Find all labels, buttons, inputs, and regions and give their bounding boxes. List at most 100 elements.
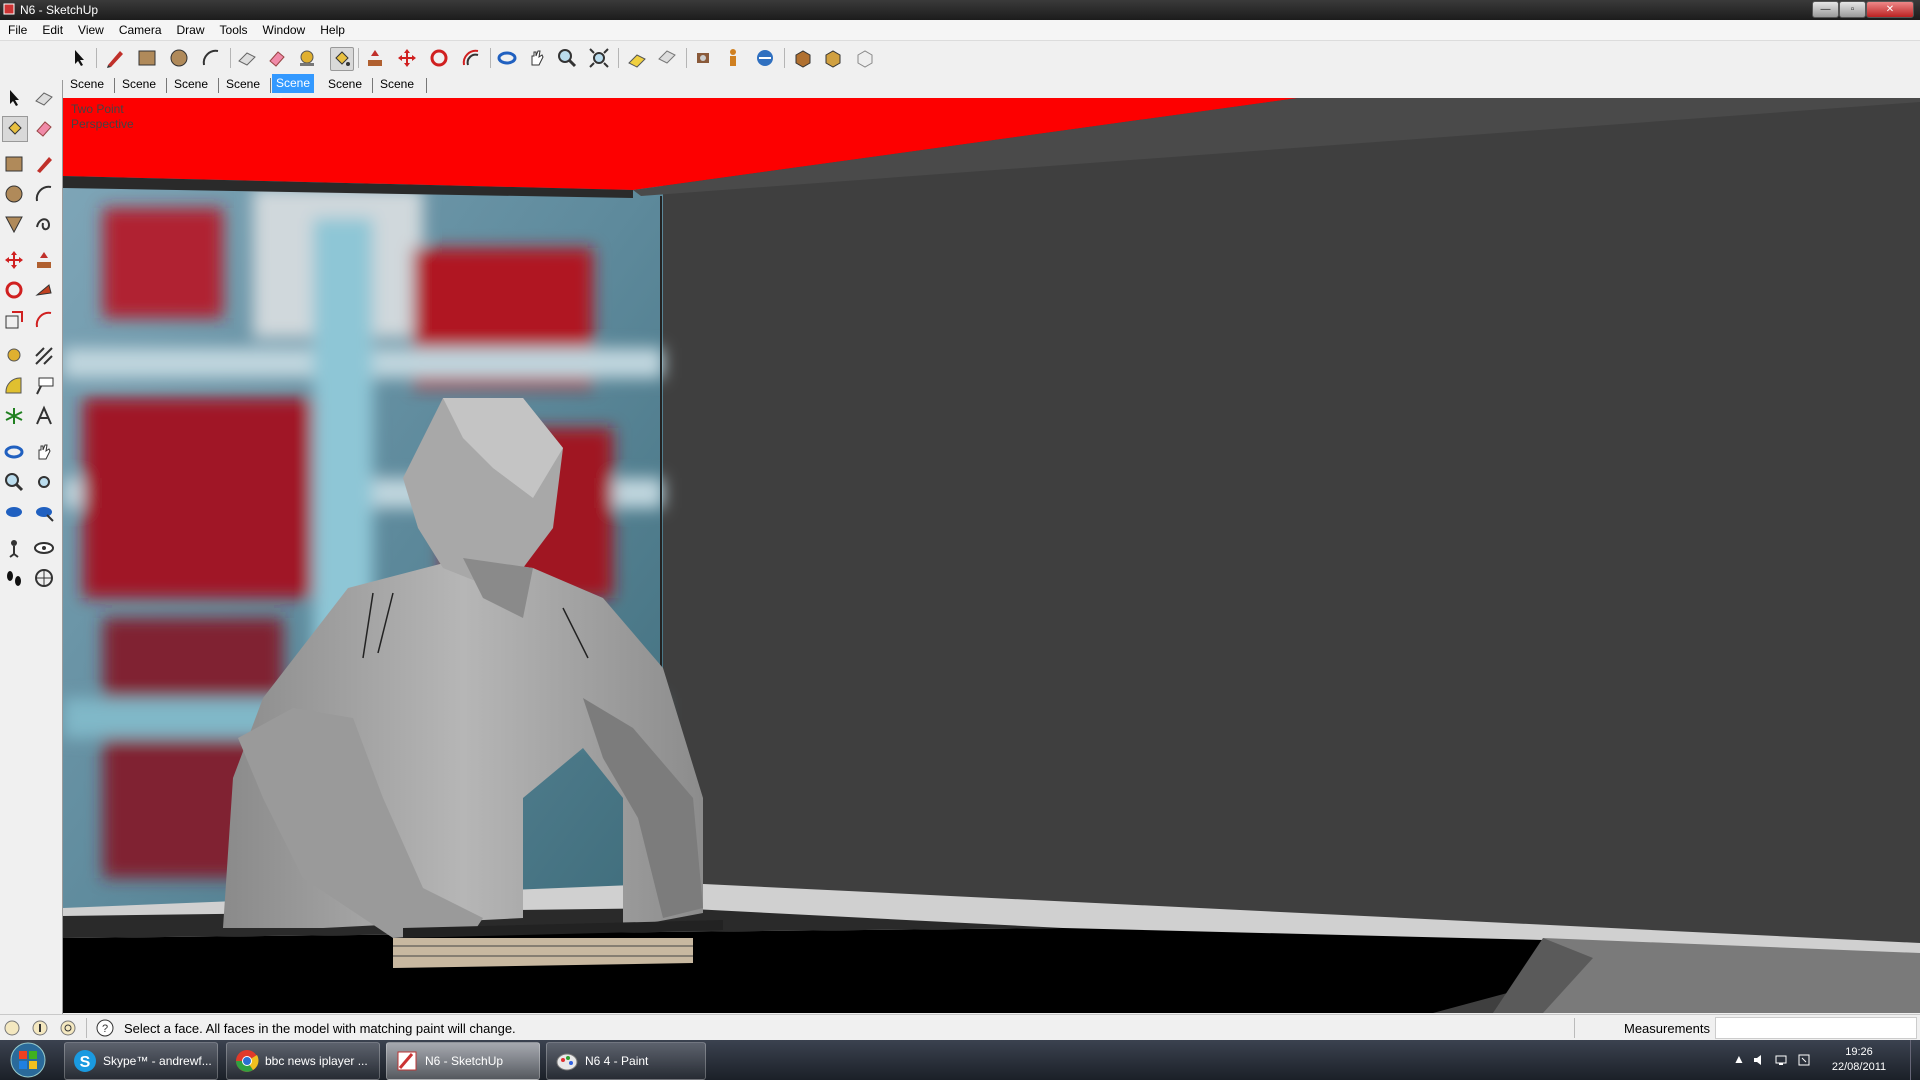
taskbar-item-chrome[interactable]: bbc news iplayer ... <box>226 1042 380 1080</box>
push-pull-icon[interactable] <box>32 248 56 272</box>
menu-file[interactable]: File <box>0 20 34 37</box>
show-desktop-button[interactable] <box>1910 1040 1920 1080</box>
tape-measure-icon[interactable] <box>2 344 26 368</box>
menu-edit[interactable]: Edit <box>34 20 70 37</box>
scale-icon[interactable] <box>2 308 26 332</box>
dimension-icon[interactable] <box>32 344 56 368</box>
zoom-window-icon[interactable] <box>32 470 56 494</box>
credits-icon[interactable] <box>32 1020 48 1036</box>
help-icon[interactable]: ? <box>96 1019 114 1037</box>
pencil-icon[interactable] <box>104 47 126 69</box>
offset-icon[interactable] <box>32 308 56 332</box>
offset-icon[interactable] <box>460 47 482 69</box>
status-message: Select a face. All faces in the model wi… <box>124 1021 516 1036</box>
arc-icon[interactable] <box>32 182 56 206</box>
window-title: N6 - SketchUp <box>20 3 99 17</box>
paint-bucket-icon[interactable] <box>330 47 354 71</box>
desk-top <box>63 928 1663 1013</box>
geolocation-icon[interactable] <box>4 1020 20 1036</box>
tab-scene-5[interactable]: Scene 5 <box>272 74 315 109</box>
pan-icon[interactable] <box>526 47 548 69</box>
zoom-extents-icon[interactable] <box>588 47 610 69</box>
skype-icon: S <box>74 1050 96 1072</box>
rotate-icon[interactable] <box>428 47 450 69</box>
taskbar-item-skype[interactable]: S Skype™ - andrewf... <box>64 1042 218 1080</box>
make-component-icon[interactable] <box>32 86 56 110</box>
tab-scene-6[interactable]: Scene 6 <box>324 75 366 110</box>
walk-icon[interactable] <box>2 566 26 590</box>
close-button[interactable]: ✕ <box>1866 1 1914 18</box>
menu-view[interactable]: View <box>70 20 111 37</box>
select-icon[interactable] <box>2 86 26 110</box>
orbit-icon[interactable] <box>2 440 26 464</box>
taskbar-item-paint[interactable]: N6 4 - Paint <box>546 1042 706 1080</box>
menu-tools[interactable]: Tools <box>212 20 255 37</box>
svg-text:?: ? <box>102 1023 108 1035</box>
system-clock[interactable]: 19:26 22/08/2011 <box>1814 1045 1904 1075</box>
next-view-icon[interactable] <box>656 47 678 69</box>
rectangle-icon[interactable] <box>136 47 158 69</box>
zoom-extents-icon[interactable] <box>32 500 56 524</box>
text-icon[interactable] <box>32 374 56 398</box>
pan-icon[interactable] <box>32 440 56 464</box>
protractor-icon[interactable] <box>2 374 26 398</box>
zoom-icon[interactable] <box>2 470 26 494</box>
tab-scene-4[interactable]: Scene 4 <box>222 75 264 110</box>
push-pull-icon[interactable] <box>364 47 386 69</box>
look-around-icon[interactable] <box>32 536 56 560</box>
main-toolbar <box>0 41 1920 75</box>
tab-scene-7[interactable]: Scene 7 <box>376 75 418 110</box>
paint-bucket-icon[interactable] <box>2 116 28 142</box>
eraser-icon[interactable] <box>32 116 56 140</box>
network-icon[interactable] <box>1775 1053 1789 1067</box>
select-icon[interactable] <box>68 47 90 69</box>
get-models-icon[interactable] <box>792 47 814 69</box>
model-viewport[interactable]: Two Point Perspective <box>63 98 1920 1013</box>
move-icon[interactable] <box>2 248 26 272</box>
components-icon[interactable] <box>854 47 876 69</box>
menu-window[interactable]: Window <box>255 20 313 37</box>
measurements-input[interactable] <box>1715 1017 1917 1039</box>
circle-icon[interactable] <box>2 182 26 206</box>
position-camera-icon[interactable] <box>692 47 714 69</box>
circle-icon[interactable] <box>168 47 190 69</box>
minimize-button[interactable]: — <box>1812 1 1839 18</box>
menu-help[interactable]: Help <box>312 20 352 37</box>
measurements-label: Measurements <box>1624 1021 1710 1036</box>
volume-icon[interactable] <box>1753 1053 1767 1067</box>
look-around-icon[interactable] <box>754 47 776 69</box>
tape-measure-icon[interactable] <box>296 47 318 69</box>
menu-draw[interactable]: Draw <box>169 20 212 37</box>
arc-icon[interactable] <box>200 47 222 69</box>
maximize-button[interactable]: ▫ <box>1839 1 1866 18</box>
action-center-icon[interactable] <box>1797 1053 1811 1067</box>
3d-text-icon[interactable] <box>32 404 56 428</box>
previous-view-icon[interactable] <box>626 47 648 69</box>
freehand-icon[interactable] <box>32 212 56 236</box>
walk-icon[interactable] <box>722 47 744 69</box>
tab-scene-2[interactable]: Scene 2 <box>118 75 160 110</box>
sketchup-app-icon <box>3 3 15 15</box>
position-camera-icon[interactable] <box>2 536 26 560</box>
user-icon[interactable] <box>60 1020 76 1036</box>
start-button[interactable] <box>4 1041 52 1079</box>
orbit-icon[interactable] <box>496 47 518 69</box>
zoom-icon[interactable] <box>556 47 578 69</box>
tab-scene-1[interactable]: Scene 1 <box>66 75 108 110</box>
move-icon[interactable] <box>396 47 418 69</box>
axes-icon[interactable] <box>2 404 26 428</box>
taskbar-item-sketchup[interactable]: N6 - SketchUp <box>386 1042 540 1080</box>
eraser-icon[interactable] <box>266 47 288 69</box>
section-plane-icon[interactable] <box>32 566 56 590</box>
previous-icon[interactable] <box>2 500 26 524</box>
menu-camera[interactable]: Camera <box>111 20 169 37</box>
rectangle-icon[interactable] <box>2 152 26 176</box>
share-model-icon[interactable] <box>822 47 844 69</box>
line-icon[interactable] <box>32 152 56 176</box>
follow-me-icon[interactable] <box>32 278 56 302</box>
polygon-icon[interactable] <box>2 212 26 236</box>
make-component-icon[interactable] <box>236 47 258 69</box>
tab-scene-3[interactable]: Scene 3 <box>170 75 212 110</box>
rotate-icon[interactable] <box>2 278 26 302</box>
show-hidden-icons[interactable]: ▲ <box>1733 1052 1745 1066</box>
